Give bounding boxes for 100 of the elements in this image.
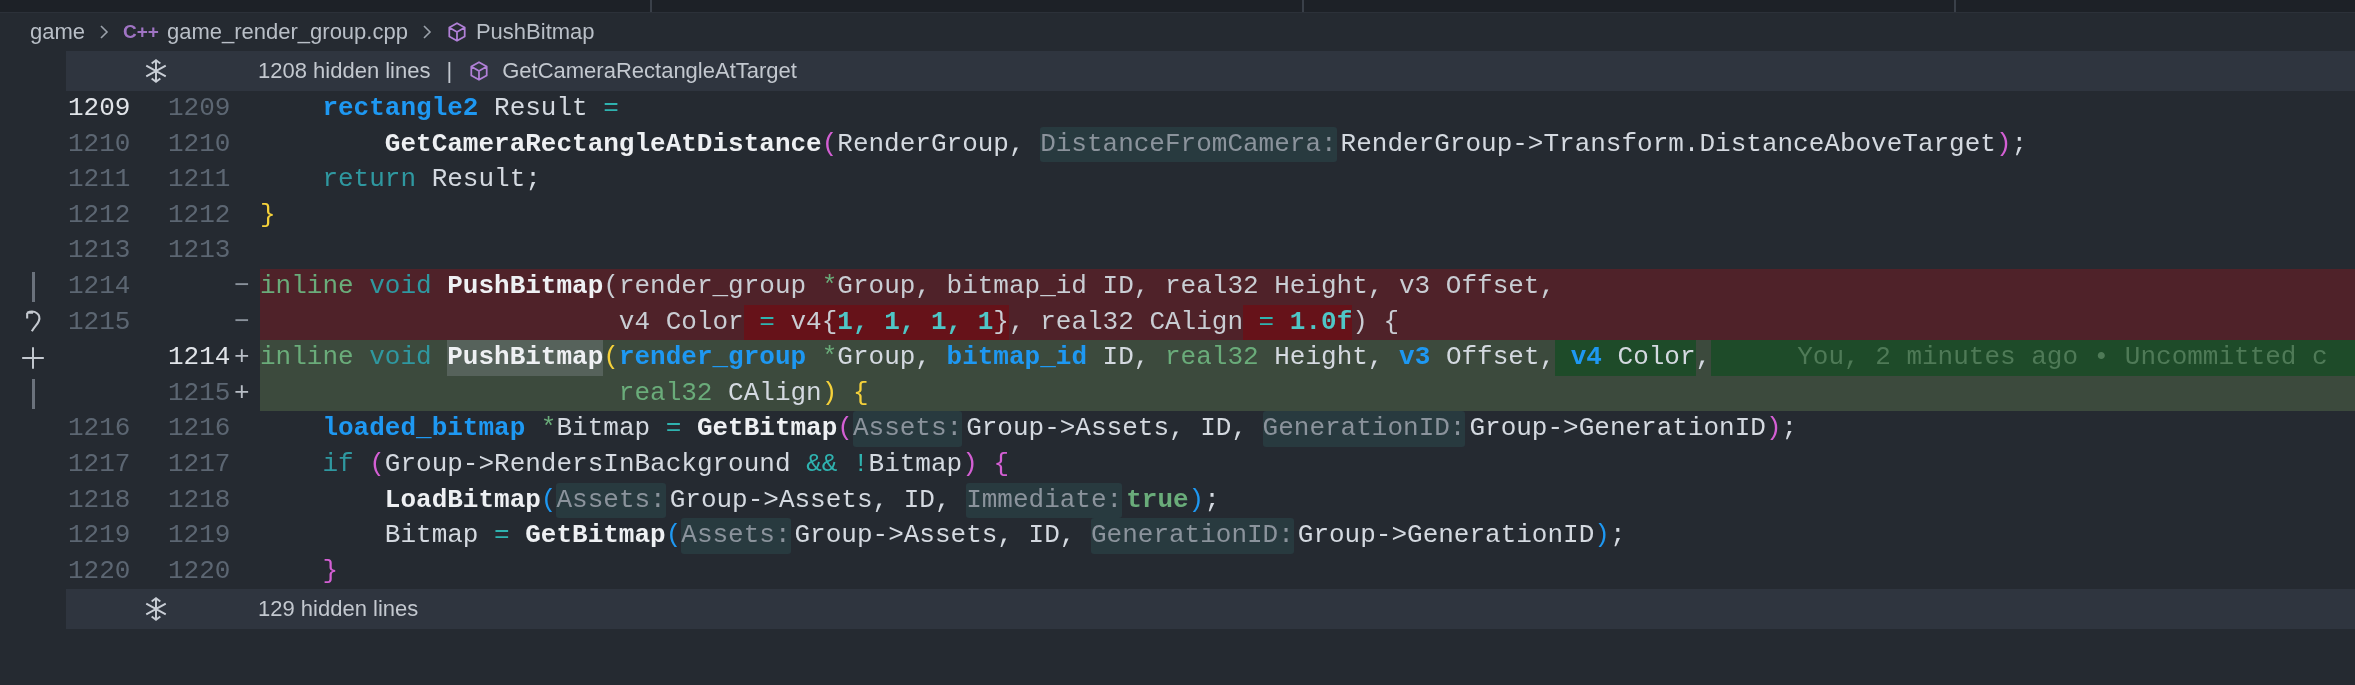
code-token: Group->RendersInBackground	[384, 447, 792, 481]
line-number: 1216	[168, 413, 231, 444]
code-token: )	[1765, 412, 1782, 446]
code-token: ,	[1695, 341, 1712, 375]
code-token: Bitmap	[868, 447, 963, 481]
code-token: Result;	[430, 163, 541, 197]
line-number: 1217	[68, 448, 131, 479]
code-token: (render_group	[603, 269, 808, 303]
code-token: *	[539, 412, 557, 446]
line-number: 1215	[68, 306, 131, 337]
code-token: ;	[2011, 127, 2028, 161]
code-token: Color	[1601, 340, 1696, 376]
code-token: render_group	[618, 341, 807, 375]
breadcrumb-item[interactable]: game	[30, 19, 86, 45]
unfold-icon[interactable]	[143, 58, 169, 84]
code-token: =	[603, 92, 619, 125]
code-token: ;	[1781, 412, 1798, 446]
code-token: v4 Color	[617, 305, 744, 339]
line-number: 1214	[68, 270, 131, 301]
code-token: CAlign	[727, 376, 822, 410]
inlay-hint: Assets:	[681, 518, 791, 554]
code-token: v3	[1399, 341, 1431, 375]
line-number: 1213	[168, 235, 231, 266]
line-number: 1216	[68, 413, 131, 444]
code-token: real32	[1165, 341, 1259, 375]
line-number: 1209	[68, 93, 131, 123]
line-number: 1219	[68, 520, 131, 551]
code-token: 1.0f	[1274, 304, 1353, 341]
code-token: 1, 1, 1, 1	[837, 304, 994, 341]
line-number: 1213	[68, 235, 131, 266]
code-token: Group->GenerationID	[1469, 412, 1766, 446]
code-token: void	[368, 269, 432, 303]
code-token: Group->Assets, ID,	[794, 519, 1077, 553]
code-token: true	[1126, 483, 1189, 517]
code-token: (	[540, 483, 557, 517]
code-token: )	[1995, 127, 2012, 161]
code-token: (	[665, 519, 682, 553]
code-token: (	[603, 341, 619, 375]
line-number: 1215	[168, 377, 231, 408]
symbol-name[interactable]: GetCameraRectangleAtTarget	[502, 58, 797, 84]
code-token: Bitmap	[383, 519, 480, 553]
code-token: v4{	[774, 304, 838, 341]
line-number: 1209	[168, 93, 231, 123]
breadcrumb-item[interactable]: game_render_group.cpp	[166, 19, 408, 45]
code-token: void	[368, 341, 433, 375]
breadcrumb-item[interactable]: PushBitmap	[475, 19, 595, 45]
line-number: 1212	[68, 199, 131, 230]
code-token: PushBitmap	[447, 340, 604, 376]
code-token: LoadBitmap	[383, 483, 541, 517]
diff-sign: +	[234, 342, 250, 373]
code-token: }	[321, 554, 338, 588]
change-bar[interactable]	[31, 271, 35, 302]
code-token: Result	[493, 92, 589, 125]
code-token: Height,	[1273, 341, 1385, 375]
unfold-icon[interactable]	[143, 596, 169, 623]
code-token: )	[1188, 483, 1205, 517]
code-token: }	[260, 198, 276, 232]
diff-sign: −	[234, 270, 250, 301]
code-token: ;	[1204, 483, 1220, 517]
code-token: real32	[617, 376, 713, 410]
code-token: return	[321, 163, 417, 197]
code-token: loaded_bitmap	[321, 412, 526, 446]
code-token: inline	[260, 341, 354, 375]
code-token: *	[821, 269, 838, 303]
code-token: ID,	[1101, 341, 1151, 375]
code-token: RenderGroup,	[837, 127, 1026, 161]
code-token: (	[821, 127, 838, 161]
line-number: 1220	[168, 555, 231, 586]
code-token: (	[368, 447, 385, 481]
code-token: =	[494, 519, 510, 553]
chevron-icon	[421, 24, 432, 40]
code-token: Offset,	[1444, 341, 1556, 375]
code-token: , real32 CAlign	[1008, 305, 1243, 339]
line-number: 1218	[168, 484, 231, 515]
chevron-icon	[99, 24, 110, 40]
code-token: PushBitmap	[446, 269, 604, 303]
code-token: )	[1594, 519, 1610, 553]
code-token: )	[821, 376, 838, 410]
line-number: 1211	[168, 164, 231, 195]
code-token: =	[743, 304, 775, 341]
hidden-lines-label[interactable]: 1208 hidden lines	[258, 58, 431, 84]
code-token: v4	[1555, 340, 1602, 376]
inlay-hint: GenerationID:	[1090, 518, 1294, 554]
inlay-hint: GenerationID:	[1262, 411, 1466, 447]
code-token: (	[837, 412, 853, 446]
inlay-hint: Immediate:	[966, 482, 1123, 519]
line-number: 1217	[168, 448, 231, 479]
code-token: GetBitmap	[695, 412, 838, 446]
code-token: Group->GenerationID	[1297, 519, 1595, 553]
code-token: GetCameraRectangleAtDistance	[383, 127, 822, 161]
code-token: && !	[806, 447, 869, 481]
line-number: 1219	[168, 520, 231, 551]
code-token: =	[665, 412, 682, 446]
code-token: Group, bitmap_id ID, real32 Height, v3 Offset,	[837, 269, 1556, 303]
code-token: Bitmap	[556, 412, 652, 446]
line-number: 1214	[168, 342, 231, 373]
hidden-lines-label[interactable]: 129 hidden lines	[258, 596, 419, 623]
change-bar[interactable]	[31, 378, 35, 409]
code-token: GetBitmap	[524, 519, 666, 553]
code-token: rectangle2	[321, 92, 479, 125]
